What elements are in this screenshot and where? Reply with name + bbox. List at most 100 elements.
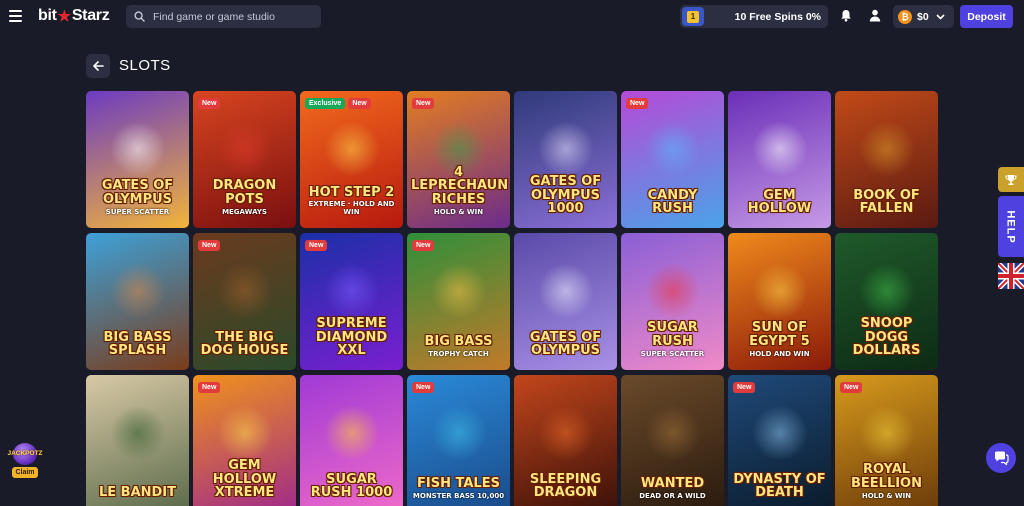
search-input[interactable] (153, 10, 313, 23)
game-tile[interactable]: New 4 Leprechaun Riches Hold & Win (407, 91, 510, 228)
game-title: Royal Beellion Hold & Win (839, 463, 934, 500)
chevron-down-icon (936, 13, 945, 20)
game-name: Dragon Pots (212, 178, 277, 208)
game-name: Gates of Olympus (529, 329, 602, 359)
game-title: Fish Tales Monster Bass 10,000 (411, 477, 506, 500)
back-button[interactable] (86, 54, 110, 78)
user-icon[interactable] (869, 9, 881, 27)
level-number: 1 (687, 10, 699, 23)
search-icon (134, 11, 145, 22)
game-tile[interactable]: New Dragon Pots Megaways (193, 91, 296, 228)
game-badges: New (412, 382, 435, 393)
logo-star-icon: ★ (57, 8, 71, 25)
game-badges: New (198, 98, 221, 109)
game-artwork (109, 405, 166, 462)
game-tile[interactable]: Gates of Olympus (514, 233, 617, 370)
game-title: Dragon Pots Megaways (197, 179, 292, 216)
jackpot-widget[interactable]: JACKPOTZ Claim (4, 443, 46, 479)
game-title: Gem Hollow Xtreme (197, 459, 292, 500)
game-artwork (751, 405, 808, 462)
game-tile[interactable]: Gates of Olympus 1000 (514, 91, 617, 228)
game-tile[interactable]: New Big Bass Trophy Catch (407, 233, 510, 370)
game-artwork (537, 263, 594, 320)
search-bar[interactable] (126, 5, 321, 28)
deposit-button[interactable]: Deposit (960, 5, 1013, 28)
game-name: Supreme Diamond XXL (315, 316, 388, 359)
game-tile[interactable]: Big Bass Splash (86, 233, 189, 370)
balance-amount: $0 (917, 10, 929, 23)
game-name: Sugar Rush 1000 (310, 471, 393, 501)
game-tile[interactable]: New Royal Beellion Hold & Win (835, 375, 938, 506)
new-badge: New (198, 382, 221, 393)
chat-button[interactable] (986, 443, 1016, 473)
bitcoin-icon: ₿ (898, 9, 912, 24)
game-tile[interactable]: New Supreme Diamond XXL (300, 233, 403, 370)
game-artwork (858, 263, 915, 320)
game-tile[interactable]: Gem Hollow (728, 91, 831, 228)
game-artwork (537, 121, 594, 178)
game-tile[interactable]: Sleeping Dragon (514, 375, 617, 506)
game-title: Sugar Rush Super Scatter (625, 321, 720, 358)
game-title: Sun of Egypt 5 Hold and Win (732, 321, 827, 358)
game-tile[interactable]: Exclusive New Hot Step 2 Extreme · Hold and… (300, 91, 403, 228)
help-label: HELP (1005, 209, 1017, 244)
game-name: Le Bandit (98, 485, 177, 501)
exclusive-badge: Exclusive (305, 98, 346, 109)
game-title: The Big Dog House (197, 329, 292, 359)
game-tile[interactable]: Book of Fallen (835, 91, 938, 228)
game-title: Gates of Olympus Super Scatter (90, 179, 185, 216)
game-name: 4 Leprechaun Riches (411, 164, 509, 208)
game-title: Hot Step 2 Extreme · Hold and Win (304, 185, 399, 216)
game-title: Sleeping Dragon (518, 472, 613, 500)
game-subtitle: Megaways (222, 207, 267, 216)
bell-icon[interactable] (840, 9, 852, 27)
game-title: Supreme Diamond XXL (304, 317, 399, 358)
game-name: Dynasty of Death (733, 471, 826, 501)
trophy-icon (1005, 174, 1017, 185)
free-spins-progress[interactable]: 1 10 Free Spins 0% (680, 5, 828, 28)
help-button[interactable]: HELP (998, 196, 1024, 257)
trophy-button[interactable] (998, 167, 1024, 192)
game-tile[interactable]: Sugar Rush Super Scatter (621, 233, 724, 370)
game-artwork (216, 263, 273, 320)
menu-icon[interactable] (9, 10, 22, 22)
game-subtitle: Hold & Win (861, 491, 912, 500)
game-title: Snoop Dogg Dollars (839, 317, 934, 358)
game-name: The Big Dog House (200, 329, 289, 359)
jackpot-label: JACKPOTZ (7, 450, 43, 457)
game-name: Gem Hollow (747, 187, 812, 217)
game-subtitle: Hold & Win (433, 207, 484, 216)
game-tile[interactable]: Le Bandit (86, 375, 189, 506)
game-artwork (323, 405, 380, 462)
game-name: Big Bass (424, 334, 493, 350)
page-title: SLOTS (119, 57, 171, 74)
game-name: Snoop Dogg Dollars (852, 316, 921, 359)
logo[interactable]: bit ★ Starz (38, 7, 110, 25)
uk-flag-icon[interactable] (998, 263, 1024, 289)
game-tile[interactable]: New Fish Tales Monster Bass 10,000 (407, 375, 510, 506)
claim-button[interactable]: Claim (12, 467, 38, 478)
game-tile[interactable]: Sugar Rush 1000 (300, 375, 403, 506)
game-subtitle: Dead or a Wild (639, 491, 706, 500)
game-tile[interactable]: Wanted Dead or a Wild (621, 375, 724, 506)
game-tile[interactable]: New Gem Hollow Xtreme (193, 375, 296, 506)
game-tile[interactable]: Sun of Egypt 5 Hold and Win (728, 233, 831, 370)
game-name: Royal Beellion (850, 462, 922, 492)
balance-selector[interactable]: ₿ $0 (893, 5, 954, 28)
game-title: Dynasty of Death (732, 471, 827, 501)
new-badge: New (305, 240, 328, 251)
game-name: Sun of Egypt 5 (749, 320, 810, 350)
game-tile[interactable]: New Candy Rush (621, 91, 724, 228)
game-artwork (216, 405, 273, 462)
game-tile[interactable]: New The Big Dog House (193, 233, 296, 370)
game-tile[interactable]: Gates of Olympus Super Scatter (86, 91, 189, 228)
game-artwork (858, 121, 915, 178)
game-title: Book of Fallen (839, 187, 934, 217)
game-name: Candy Rush (647, 187, 698, 217)
game-title: Gem Hollow (732, 187, 827, 217)
game-name: Book of Fallen (853, 187, 920, 217)
game-artwork (323, 263, 380, 320)
game-tile[interactable]: Snoop Dogg Dollars (835, 233, 938, 370)
game-tile[interactable]: New Dynasty of Death (728, 375, 831, 506)
game-artwork (858, 405, 915, 462)
